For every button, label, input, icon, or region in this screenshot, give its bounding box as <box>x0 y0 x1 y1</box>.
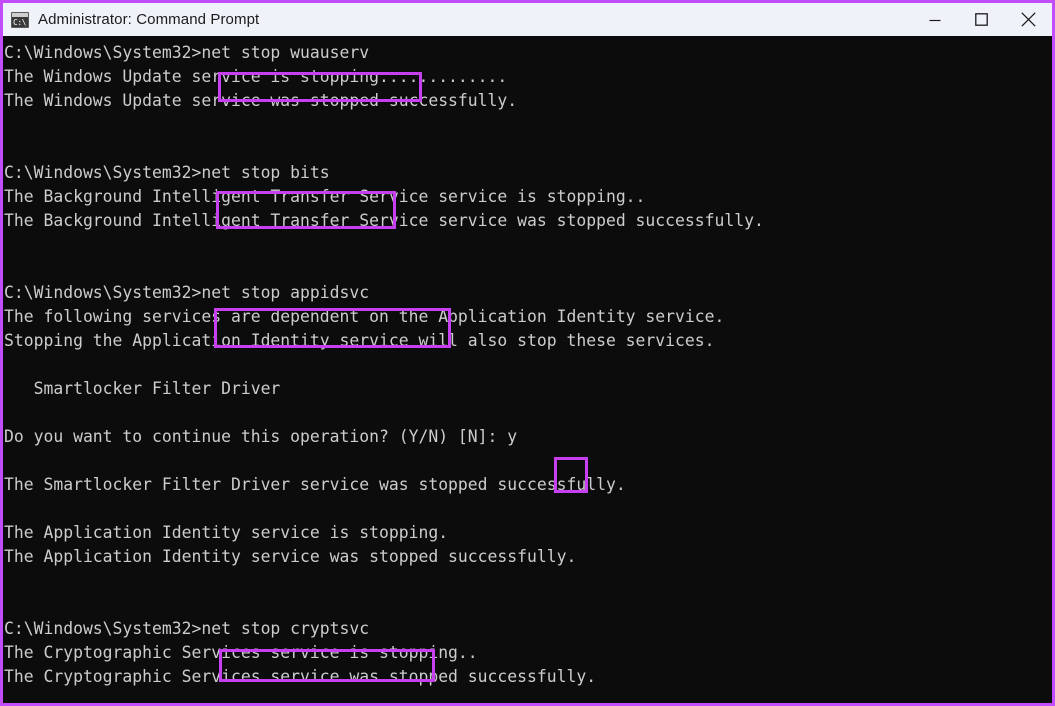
command-prompt-icon: C:\ <box>11 11 29 28</box>
console-line: The Application Identity service is stop… <box>4 523 449 542</box>
console-line: The Background Intelligent Transfer Serv… <box>4 187 646 206</box>
command-prompt-window: C:\ Administrator: Command Prompt C:\Win… <box>0 0 1055 706</box>
window-controls <box>911 3 1052 36</box>
console-line: Do you want to continue this operation? … <box>4 427 518 446</box>
console-line: C:\Windows\System32>net stop bits <box>4 163 330 182</box>
console-output-area[interactable]: C:\Windows\System32>net stop wuauserv The… <box>3 36 1052 703</box>
command-prompt-icon-glyph: C:\ <box>13 17 26 27</box>
console-line: The Smartlocker Filter Driver service wa… <box>4 475 626 494</box>
console-line: C:\Windows\System32>net stop appidsvc <box>4 283 370 302</box>
console-lines: C:\Windows\System32>net stop wuauserv The… <box>3 36 1052 689</box>
console-line: C:\Windows\System32>net stop wuauserv <box>4 43 370 62</box>
console-line: Stopping the Application Identity servic… <box>4 331 715 350</box>
console-line: The Windows Update service was stopped s… <box>4 91 518 110</box>
console-line: Smartlocker Filter Driver <box>4 379 281 398</box>
console-line: The Windows Update service is stopping..… <box>4 67 508 86</box>
console-line: The Cryptographic Services service is st… <box>4 643 478 662</box>
titlebar-left: C:\ Administrator: Command Prompt <box>3 11 911 28</box>
console-line: The Cryptographic Services service was s… <box>4 667 597 686</box>
minimize-button[interactable] <box>911 3 958 36</box>
console-line: C:\Windows\System32>net stop cryptsvc <box>4 619 370 638</box>
window-titlebar[interactable]: C:\ Administrator: Command Prompt <box>3 3 1052 36</box>
close-button[interactable] <box>1005 3 1052 36</box>
console-line: The following services are dependent on … <box>4 307 725 326</box>
window-title: Administrator: Command Prompt <box>38 11 260 28</box>
maximize-button[interactable] <box>958 3 1005 36</box>
console-line: The Application Identity service was sto… <box>4 547 577 566</box>
console-line: The Background Intelligent Transfer Serv… <box>4 211 764 230</box>
